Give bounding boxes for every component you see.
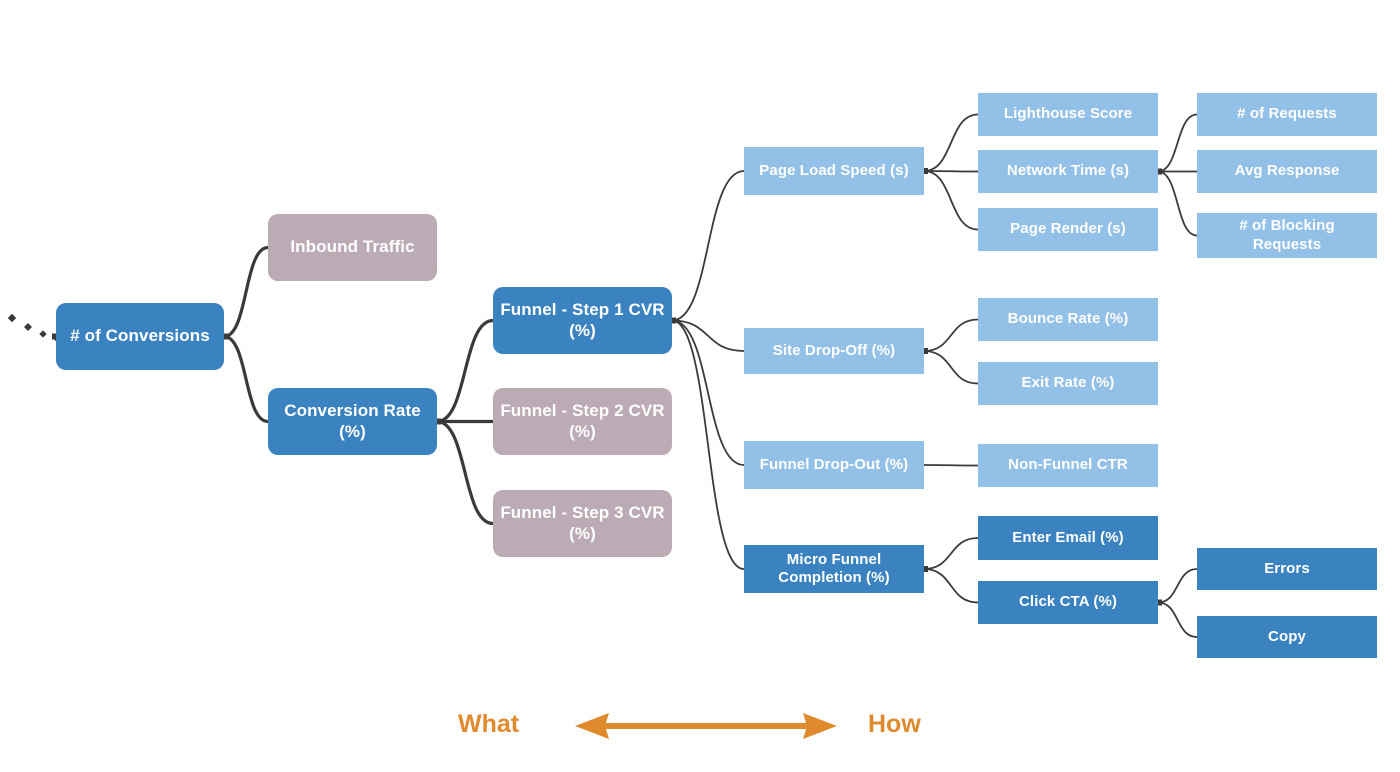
edge-conversions-to-cvr (222, 334, 270, 424)
node-label-step3: Funnel - Step 3 CVR (%) (500, 502, 665, 543)
node-label-networktime: Network Time (s) (1006, 162, 1130, 180)
node-label-bouncerate: Bounce Rate (%) (1007, 310, 1129, 328)
edge-conversions-to-inbound (222, 245, 270, 339)
node-label-microfunnel: Micro Funnel Completion (%) (778, 550, 890, 586)
node-label-pageload: Page Load Speed (s) (759, 161, 909, 179)
node-inbound[interactable]: Inbound Traffic (268, 214, 437, 281)
node-nonfunnelctr[interactable]: Non-Funnel CTR (978, 444, 1158, 487)
edge-step1-to-funneldropout (671, 319, 745, 466)
edge-pageload-to-lighthouse (923, 113, 979, 172)
node-label-inbound: Inbound Traffic (290, 237, 415, 257)
dotted-edge-dot (24, 323, 32, 331)
node-exitrate[interactable]: Exit Rate (%) (978, 362, 1158, 405)
diagram-canvas: # of Conversions Inbound Traffic Conversio… (0, 0, 1400, 772)
node-label-errors: Errors (1264, 559, 1310, 577)
edge-step1-to-microfunnel (671, 319, 745, 570)
node-blockingrequests[interactable]: # of Blocking Requests (1197, 213, 1377, 258)
node-label-step2: Funnel - Step 2 CVR (%) (500, 400, 665, 441)
node-label-conversions: # of Conversions (70, 326, 210, 346)
node-step2[interactable]: Funnel - Step 2 CVR (%) (493, 388, 672, 455)
node-clickcta[interactable]: Click CTA (%) (978, 581, 1158, 624)
node-label-pagerender: Page Render (s) (1010, 220, 1126, 238)
dotted-edge-dot (7, 313, 17, 323)
legend-how-label: How (868, 710, 921, 738)
node-step1[interactable]: Funnel - Step 1 CVR (%) (493, 287, 672, 354)
node-lighthouse[interactable]: Lighthouse Score (978, 93, 1158, 136)
edge-step1-to-sitedropoff (671, 319, 745, 352)
dotted-edge-dot (39, 330, 47, 338)
node-microfunnel[interactable]: Micro Funnel Completion (%) (744, 545, 924, 593)
edge-step1-to-pageload (671, 170, 745, 322)
node-label-copy: Copy (1268, 627, 1306, 645)
node-avgresponse[interactable]: Avg Response (1197, 150, 1377, 193)
node-errors[interactable]: Errors (1197, 548, 1377, 590)
node-funneldropout[interactable]: Funnel Drop-Out (%) (744, 441, 924, 489)
dotted-incoming-edge (7, 313, 60, 342)
edge-microfunnel-to-clickcta (923, 568, 979, 604)
node-label-requests: # of Requests (1237, 105, 1337, 123)
node-label-blockingrequests: # of Blocking Requests (1239, 217, 1335, 253)
node-copy[interactable]: Copy (1197, 616, 1377, 658)
node-conversions[interactable]: # of Conversions (56, 303, 224, 370)
edge-cvr-to-step3 (435, 419, 495, 526)
node-networktime[interactable]: Network Time (s) (978, 150, 1158, 193)
node-sitedropoff[interactable]: Site Drop-Off (%) (744, 328, 924, 374)
node-label-nonfunnelctr: Non-Funnel CTR (1008, 456, 1128, 474)
node-label-avgresponse: Avg Response (1234, 162, 1340, 180)
node-label-lighthouse: Lighthouse Score (1003, 105, 1133, 123)
node-label-clickcta: Click CTA (%) (1019, 593, 1117, 611)
legend-what-label: What (458, 710, 520, 738)
edge-networktime-to-requests (1157, 113, 1198, 173)
node-pagerender[interactable]: Page Render (s) (978, 208, 1158, 251)
node-label-enteremail: Enter Email (%) (1012, 528, 1124, 546)
edge-sitedropoff-to-exitrate (923, 350, 979, 385)
edge-pageload-to-pagerender (923, 170, 979, 231)
node-step3[interactable]: Funnel - Step 3 CVR (%) (493, 490, 672, 557)
edge-sitedropoff-to-bouncerate (923, 318, 979, 352)
edge-networktime-to-blockingrequests (1157, 170, 1198, 237)
node-label-cvr: Conversion Rate (%) (284, 400, 421, 441)
edge-clickcta-to-errors (1157, 568, 1198, 604)
node-label-exitrate: Exit Rate (%) (1021, 374, 1115, 392)
node-requests[interactable]: # of Requests (1197, 93, 1377, 136)
edge-layer (7, 113, 1198, 638)
edge-funneldropout-to-nonfunnelctr (923, 464, 979, 467)
node-label-sitedropoff: Site Drop-Off (%) (772, 341, 896, 359)
edge-pageload-to-networktime (923, 170, 979, 173)
node-cvr[interactable]: Conversion Rate (%) (268, 388, 437, 455)
edge-clickcta-to-copy (1157, 601, 1198, 638)
node-bouncerate[interactable]: Bounce Rate (%) (978, 298, 1158, 341)
what-how-double-arrow-icon (575, 713, 837, 739)
edge-microfunnel-to-enteremail (923, 537, 979, 570)
edge-cvr-to-step1 (435, 318, 495, 424)
node-label-step1: Funnel - Step 1 CVR (%) (500, 299, 665, 340)
node-enteremail[interactable]: Enter Email (%) (978, 516, 1158, 560)
node-label-funneldropout: Funnel Drop-Out (%) (759, 455, 909, 473)
node-pageload[interactable]: Page Load Speed (s) (744, 147, 924, 195)
